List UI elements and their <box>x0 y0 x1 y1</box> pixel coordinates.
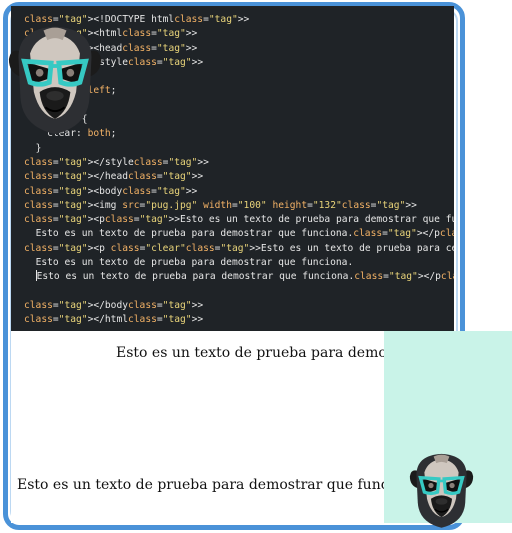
code-line[interactable]: class="tag"></bodyclass="tag">> <box>24 299 454 313</box>
code-line[interactable]: class="tag"><p class="clear"class="tag">… <box>24 242 454 256</box>
code-line[interactable]: class="tag"><img src="pug.jpg" width="10… <box>24 199 454 213</box>
code-line[interactable]: class="tag"></headclass="tag">> <box>24 170 454 184</box>
paragraph-floated-text: Esto es un texto de prueba para demostra… <box>116 345 384 361</box>
paragraph-clear-text: Esto es un texto de prueba para demostra… <box>17 477 384 493</box>
rendered-preview: Esto es un texto de prueba para demostra… <box>11 331 384 523</box>
code-line[interactable]: } <box>24 142 454 156</box>
code-line[interactable]: class="tag"></htmlclass="tag">> <box>24 313 454 327</box>
code-line[interactable]: class="tag"><bodyclass="tag">> <box>24 185 454 199</box>
code-line[interactable] <box>24 285 454 299</box>
code-line[interactable]: Esto es un texto de prueba para demostra… <box>24 227 454 241</box>
code-line[interactable]: Esto es un texto de prueba para demostra… <box>24 256 454 270</box>
pug-with-glasses-icon-right <box>409 453 474 528</box>
code-line[interactable]: Esto es un texto de prueba para demostra… <box>24 270 454 284</box>
code-line[interactable]: class="tag"></styleclass="tag">> <box>24 156 454 170</box>
code-line[interactable]: class="tag"><pclass="tag">>Esto es un te… <box>24 213 454 227</box>
pug-with-glasses-icon <box>8 26 102 135</box>
